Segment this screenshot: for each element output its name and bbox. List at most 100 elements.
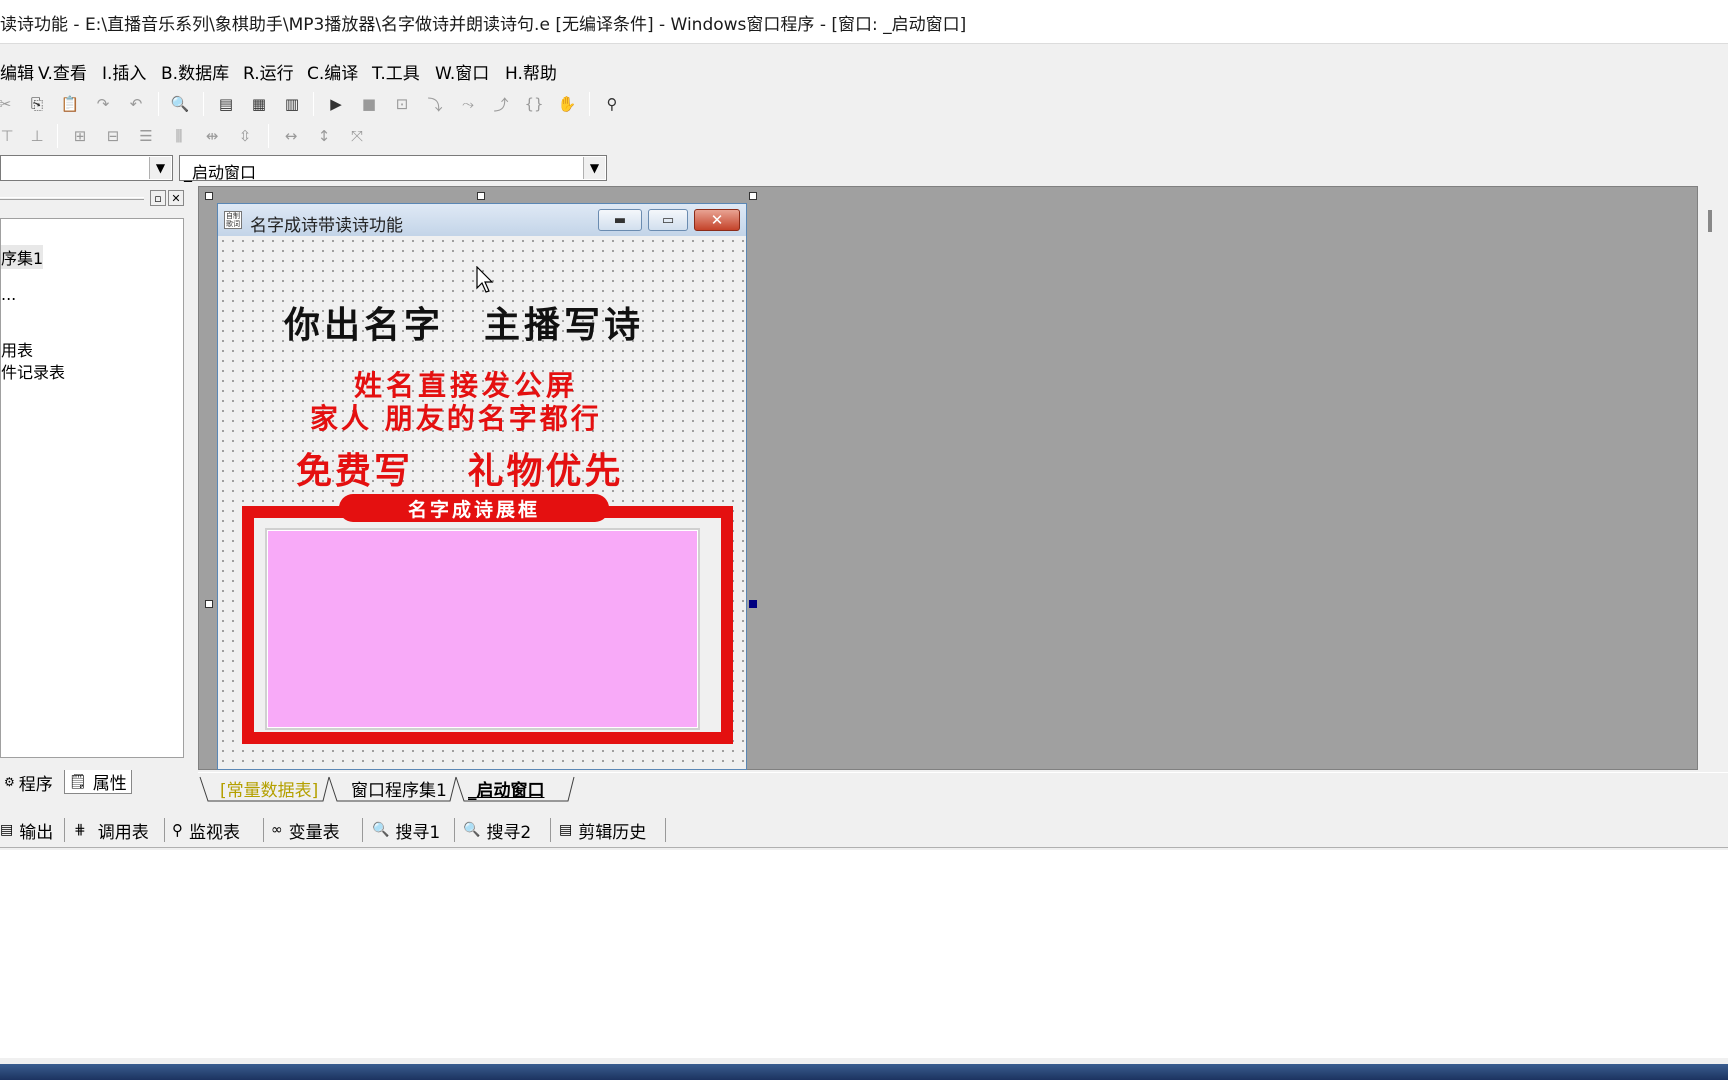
tree-item[interactable]: 件记录表 — [1, 359, 65, 383]
search-icon: 🔍 — [463, 822, 481, 838]
tab-properties[interactable]: 🗒 属性 — [64, 770, 132, 794]
object-selector[interactable]: ▼ — [0, 155, 173, 181]
poem-display-panel[interactable] — [265, 528, 700, 730]
tab-program[interactable]: ⚙ 程序 — [0, 770, 57, 795]
app-icon: 自制 歌词 — [224, 211, 242, 229]
vertical-scrollbar[interactable] — [1698, 186, 1726, 770]
minimize-icon[interactable]: ▬ — [598, 209, 642, 231]
paste-icon[interactable]: 📋 — [57, 92, 83, 116]
undo-icon[interactable]: ↶ — [123, 92, 149, 116]
toolbar-separator — [158, 92, 159, 116]
menu-edit[interactable]: 编辑 — [0, 59, 34, 84]
form-title-bar[interactable]: 自制 歌词 名字成诗带读诗功能 ▬ ▭ ✕ — [218, 204, 746, 236]
tab-constants-table[interactable]: [常量数据表] — [220, 776, 318, 801]
poster-line-3: 家人 朋友的名字都行 — [310, 402, 602, 435]
step-into-icon[interactable]: ⤵ — [422, 92, 448, 116]
menu-run[interactable]: R.运行 — [243, 59, 294, 84]
align-bottom-icon[interactable]: ⊥ — [24, 124, 50, 148]
document-tabs: [常量数据表] 窗口程序集1 _启动窗口 — [198, 772, 1728, 802]
cut-icon[interactable]: ✂ — [0, 92, 18, 116]
window-selector[interactable]: _启动窗口 ▼ — [179, 155, 607, 182]
variables-icon: ∞ — [271, 822, 283, 838]
align-center-icon[interactable]: ⫼ — [166, 124, 192, 148]
step-over-icon[interactable]: ⤳ — [455, 92, 481, 116]
tab-label: 变量表 — [288, 822, 340, 843]
center-horizontal-icon[interactable]: ⊞ — [67, 124, 93, 148]
binoculars-icon[interactable]: ⚲ — [599, 92, 625, 116]
tab-label: 搜寻1 — [395, 822, 441, 843]
copy-icon[interactable]: ⎘ — [24, 92, 50, 116]
tab-label: 调用表 — [97, 822, 149, 843]
tab-label: 属性 — [92, 774, 127, 794]
space-horizontal-icon[interactable]: ⇹ — [199, 124, 225, 148]
tree-item[interactable]: 用表 — [1, 337, 33, 361]
tree-item[interactable]: 序集1 — [1, 245, 44, 269]
tab-label: 程序 — [18, 774, 53, 795]
output-icon: ▤ — [0, 822, 14, 838]
tab-window-program-set[interactable]: 窗口程序集1 — [351, 776, 447, 801]
tab-variables[interactable]: ∞ 变量表 — [271, 818, 340, 843]
close-icon[interactable]: ✕ — [694, 209, 740, 231]
tab-separator — [64, 818, 65, 842]
menu-database[interactable]: B.数据库 — [161, 59, 229, 84]
center-vertical-icon[interactable]: ⊟ — [100, 124, 126, 148]
tab-label: 监视表 — [189, 822, 240, 843]
menu-help[interactable]: H.帮助 — [505, 59, 557, 84]
tab-output[interactable]: ▤ 输出 — [0, 818, 54, 843]
resize-handle-left[interactable] — [205, 600, 213, 608]
toolbar-separator — [268, 124, 269, 148]
project-tree[interactable]: 序集1 ... 用表 件记录表 — [0, 218, 184, 758]
resize-handle-top[interactable] — [477, 192, 485, 200]
tab-clip-history[interactable]: ▤ 剪辑历史 — [559, 818, 646, 843]
panel-grip[interactable] — [0, 197, 144, 200]
space-vertical-icon[interactable]: ⇳ — [232, 124, 258, 148]
panel-header: ▫ ✕ — [0, 188, 186, 208]
close-icon[interactable]: ✕ — [168, 190, 184, 206]
tab-search-1[interactable]: 🔍 搜寻1 — [372, 818, 441, 843]
run-to-cursor-icon[interactable]: {} — [521, 92, 547, 116]
resize-handle-top-right[interactable] — [749, 192, 757, 200]
scrollbar-thumb[interactable] — [1708, 210, 1712, 232]
redo-icon[interactable]: ↷ — [90, 92, 116, 116]
menu-tools[interactable]: T.工具 — [372, 59, 420, 84]
layout-grid-icon[interactable]: ▥ — [279, 92, 305, 116]
run-icon[interactable]: ▶ — [323, 92, 349, 116]
showcase-frame — [242, 506, 733, 744]
alignment-toolbar: ⊤ ⊥ ⊞ ⊟ ☰ ⫼ ⇹ ⇳ ↔ ↕ ⤧ — [0, 120, 400, 152]
tab-call-stack[interactable]: ⋕ 调用表 — [74, 818, 149, 843]
menu-compile[interactable]: C.编译 — [307, 59, 358, 84]
stop-icon[interactable]: ■ — [356, 92, 382, 116]
chevron-down-icon[interactable]: ▼ — [583, 157, 605, 179]
form-client-area[interactable]: 你出名字 主播写诗 姓名直接发公屏 家人 朋友的名字都行 免费写 礼物优先 名字… — [218, 236, 746, 769]
layout-bottom-icon[interactable]: ▦ — [246, 92, 272, 116]
menu-window[interactable]: W.窗口 — [435, 59, 489, 84]
tab-startup-window[interactable]: _启动窗口 — [468, 776, 545, 801]
mouse-cursor-icon — [476, 266, 494, 293]
tree-item[interactable]: ... — [1, 285, 16, 304]
menu-insert[interactable]: I.插入 — [102, 59, 146, 84]
tab-separator — [454, 818, 455, 842]
same-size-icon[interactable]: ⤧ — [344, 124, 370, 148]
tab-search-2[interactable]: 🔍 搜寻2 — [463, 818, 531, 843]
maximize-icon[interactable]: ▭ — [648, 209, 688, 231]
resize-handle-right[interactable] — [749, 600, 757, 608]
tab-watch[interactable]: ⚲ 监视表 — [172, 818, 240, 843]
find-icon[interactable]: 🔍 — [167, 92, 193, 116]
align-top-icon[interactable]: ⊤ — [0, 124, 20, 148]
resize-handle-top-left[interactable] — [205, 192, 213, 200]
tab-label: 输出 — [19, 822, 54, 843]
tab-separator — [164, 818, 165, 842]
chevron-down-icon[interactable]: ▼ — [149, 157, 171, 179]
restore-icon[interactable]: ▫ — [150, 190, 166, 206]
output-pane[interactable] — [0, 850, 1728, 1058]
toolbar-separator — [203, 92, 204, 116]
menu-view[interactable]: V.查看 — [38, 59, 87, 84]
toolbar-separator — [313, 92, 314, 116]
step-out-icon[interactable]: ⤴ — [488, 92, 514, 116]
debug-icon[interactable]: ⊡ — [389, 92, 415, 116]
same-height-icon[interactable]: ↕ — [311, 124, 337, 148]
same-width-icon[interactable]: ↔ — [278, 124, 304, 148]
align-middle-icon[interactable]: ☰ — [133, 124, 159, 148]
layout-left-icon[interactable]: ▤ — [213, 92, 239, 116]
hand-icon[interactable]: ✋ — [554, 92, 580, 116]
